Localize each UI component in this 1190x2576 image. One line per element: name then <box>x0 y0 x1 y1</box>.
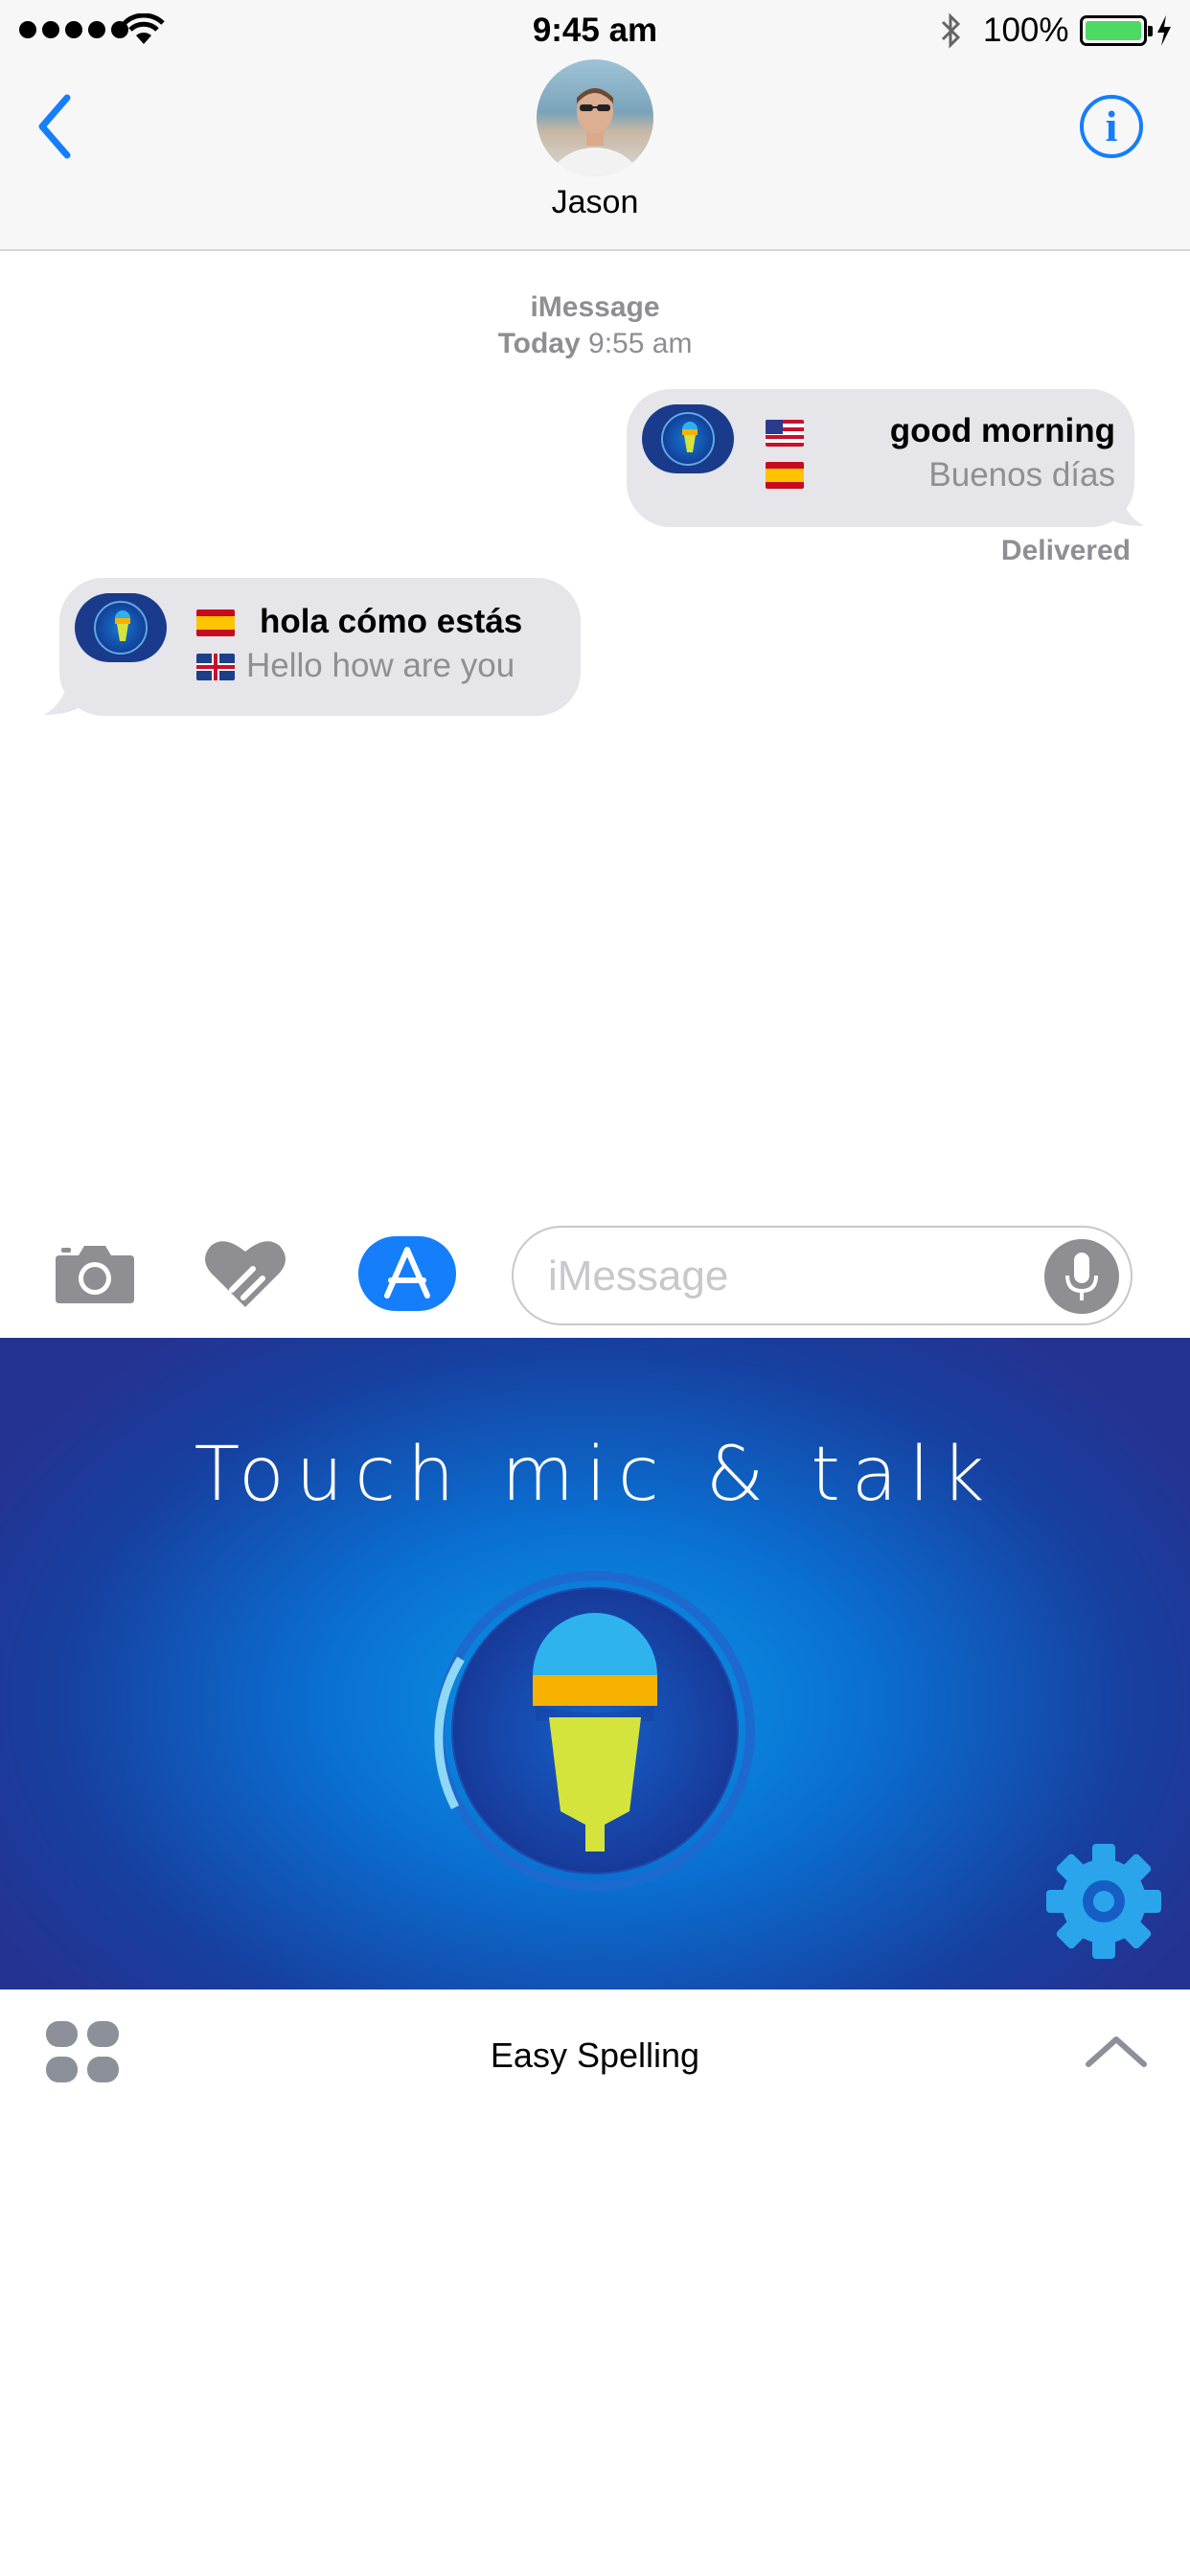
info-button[interactable]: i <box>1080 95 1143 158</box>
service-label: iMessage <box>530 291 660 323</box>
app-store-icon <box>384 1247 430 1299</box>
message-bubble-incoming[interactable]: hola cómo estás Hello how are you <box>59 578 581 716</box>
message-original-text: good morning <box>889 412 1115 449</box>
bluetooth-icon <box>941 12 961 49</box>
avatar-photo <box>550 88 640 176</box>
spain-flag-icon <box>196 610 235 636</box>
app-drawer-bar: Easy Spelling <box>0 1990 1190 2114</box>
spain-flag-icon <box>766 462 804 489</box>
timestamp-day: Today <box>497 328 581 359</box>
translator-app-badge-icon <box>75 593 167 662</box>
charging-bolt-icon <box>1157 15 1171 46</box>
mic-record-button[interactable] <box>432 1568 758 1894</box>
battery-level <box>1086 21 1141 40</box>
contact-name[interactable]: Jason <box>0 184 1190 221</box>
settings-gear-icon[interactable] <box>1044 1842 1163 1961</box>
delivery-status: Delivered <box>1000 535 1131 566</box>
back-button[interactable] <box>29 88 86 165</box>
translator-app-panel: Touch mic & talk <box>0 1338 1190 1990</box>
timestamp: Today 9:55 am <box>0 328 1190 360</box>
camera-icon[interactable] <box>54 1240 136 1305</box>
chevron-up-icon[interactable] <box>1085 2032 1148 2070</box>
battery-icon <box>1080 15 1153 46</box>
dictation-button[interactable] <box>1044 1239 1119 1314</box>
message-input[interactable] <box>548 1245 1027 1308</box>
message-original-text: hola cómo estás <box>260 603 523 640</box>
active-app-name: Easy Spelling <box>490 2036 700 2075</box>
contact-avatar[interactable] <box>537 59 653 176</box>
message-translated-text: Hello how are you <box>246 647 515 684</box>
app-store-button[interactable] <box>358 1236 456 1311</box>
conversation-header: 9:45 am 100% Jason i <box>0 0 1190 251</box>
message-input-field[interactable] <box>512 1226 1133 1325</box>
uk-flag-icon <box>196 654 235 680</box>
message-translated-text: Buenos días <box>928 456 1115 494</box>
microphone-icon <box>1065 1253 1098 1300</box>
status-bar: 9:45 am 100% <box>0 0 1190 63</box>
us-flag-icon <box>766 420 804 447</box>
message-bubble-outgoing[interactable]: good morning Buenos días <box>627 389 1134 527</box>
panel-title: Touch mic & talk <box>194 1432 996 1518</box>
battery-percentage: 100% <box>983 12 1069 49</box>
timestamp-time: 9:55 am <box>588 328 693 359</box>
digital-touch-heart-icon[interactable] <box>203 1236 287 1311</box>
translator-app-badge-icon <box>642 404 734 473</box>
